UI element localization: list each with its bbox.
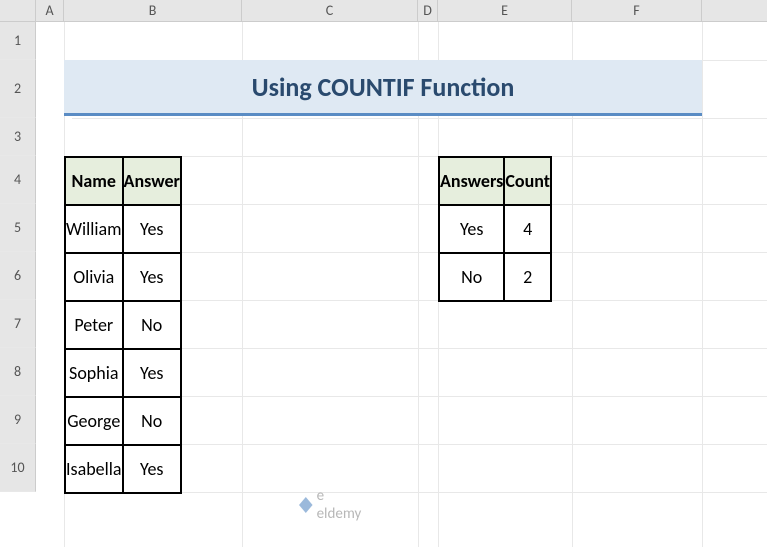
header-name[interactable]: Name bbox=[65, 157, 123, 205]
cell-answer[interactable]: Yes bbox=[439, 205, 504, 253]
table-row: Isabella Yes bbox=[65, 445, 181, 493]
gridline bbox=[72, 118, 767, 119]
header-answer[interactable]: Answer bbox=[123, 157, 181, 205]
col-header-C[interactable]: C bbox=[242, 0, 418, 21]
cell-answer[interactable]: Yes bbox=[123, 349, 181, 397]
table-row: Olivia Yes bbox=[65, 253, 181, 301]
col-header-B[interactable]: B bbox=[64, 0, 242, 21]
select-all-corner[interactable] bbox=[0, 0, 36, 21]
row-header-7[interactable]: 7 bbox=[0, 300, 36, 348]
table-row: No 2 bbox=[439, 253, 551, 301]
col-header-E[interactable]: E bbox=[438, 0, 572, 21]
col-header-F[interactable]: F bbox=[572, 0, 702, 21]
cell-name[interactable]: Isabella bbox=[65, 445, 123, 493]
names-table: Name Answer William Yes Olivia Yes Peter… bbox=[64, 156, 182, 494]
cell-answer[interactable]: Yes bbox=[123, 445, 181, 493]
row-header-1[interactable]: 1 bbox=[0, 22, 36, 60]
spreadsheet-grid: A B C D E F 1 2 3 4 5 6 7 8 9 10 Using C… bbox=[0, 0, 767, 525]
cell-name[interactable]: William bbox=[65, 205, 123, 253]
row-header-3[interactable]: 3 bbox=[0, 118, 36, 156]
cell-name[interactable]: Peter bbox=[65, 301, 123, 349]
header-answers[interactable]: Answers bbox=[439, 157, 504, 205]
col-header-A[interactable]: A bbox=[36, 0, 64, 21]
cell-answer[interactable]: No bbox=[123, 301, 181, 349]
row-header-6[interactable]: 6 bbox=[0, 252, 36, 300]
column-headers-row: A B C D E F bbox=[0, 0, 767, 22]
cell-answer[interactable]: Yes bbox=[123, 205, 181, 253]
table-row: William Yes bbox=[65, 205, 181, 253]
row-header-5[interactable]: 5 bbox=[0, 204, 36, 252]
watermark-text: e eldemy bbox=[317, 487, 364, 523]
gridline bbox=[702, 22, 703, 547]
cell-answer[interactable]: Yes bbox=[123, 253, 181, 301]
cell-name[interactable]: Olivia bbox=[65, 253, 123, 301]
table-row: George No bbox=[65, 397, 181, 445]
table-header-row: Answers Count bbox=[439, 157, 551, 205]
row-header-8[interactable]: 8 bbox=[0, 348, 36, 396]
watermark: e eldemy bbox=[299, 487, 364, 523]
cell-count[interactable]: 4 bbox=[504, 205, 551, 253]
table-row: Sophia Yes bbox=[65, 349, 181, 397]
cell-answer[interactable]: No bbox=[123, 397, 181, 445]
cell-name[interactable]: Sophia bbox=[65, 349, 123, 397]
page-title: Using COUNTIF Function bbox=[64, 60, 702, 116]
col-header-D[interactable]: D bbox=[418, 0, 438, 21]
row-header-10[interactable]: 10 bbox=[0, 444, 36, 492]
row-headers-column: 1 2 3 4 5 6 7 8 9 10 bbox=[0, 22, 36, 492]
table-header-row: Name Answer bbox=[65, 157, 181, 205]
cell-count[interactable]: 2 bbox=[504, 253, 551, 301]
table-row: Peter No bbox=[65, 301, 181, 349]
count-table: Answers Count Yes 4 No 2 bbox=[438, 156, 552, 302]
row-header-4[interactable]: 4 bbox=[0, 156, 36, 204]
logo-icon bbox=[299, 497, 313, 513]
header-count[interactable]: Count bbox=[504, 157, 551, 205]
row-header-2[interactable]: 2 bbox=[0, 60, 36, 118]
table-row: Yes 4 bbox=[439, 205, 551, 253]
cell-answer[interactable]: No bbox=[439, 253, 504, 301]
cell-name[interactable]: George bbox=[65, 397, 123, 445]
row-header-9[interactable]: 9 bbox=[0, 396, 36, 444]
